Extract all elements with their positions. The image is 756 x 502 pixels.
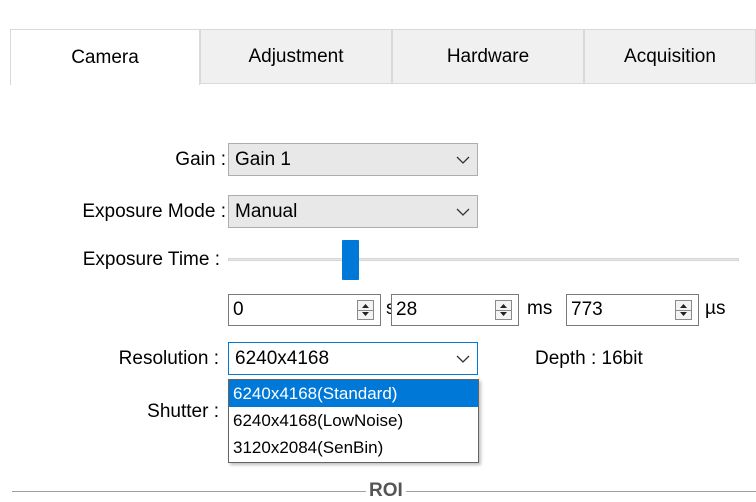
shutter-label: Shutter : [147, 401, 219, 422]
roi-group-title: ROI [369, 480, 403, 501]
spin-updown-icon[interactable] [675, 300, 692, 320]
roi-divider-right [406, 491, 756, 492]
microseconds-unit: µs [705, 298, 726, 319]
tab-adjustment-label: Adjustment [248, 45, 344, 67]
exposure-mode-value: Manual [235, 200, 298, 222]
seconds-spinner[interactable]: 0 [228, 294, 381, 326]
milliseconds-unit: ms [527, 298, 553, 319]
resolution-option[interactable]: 6240x4168(LowNoise) [229, 407, 478, 434]
gain-label: Gain : [175, 149, 226, 170]
spin-updown-icon[interactable] [357, 300, 374, 320]
spin-updown-icon[interactable] [495, 300, 512, 320]
resolution-value: 6240x4168 [235, 347, 330, 369]
seconds-value: 0 [233, 299, 244, 320]
resolution-option[interactable]: 3120x2084(SenBin) [229, 434, 478, 461]
depth-text: Depth : 16bit [535, 348, 643, 369]
tab-acquisition-label: Acquisition [624, 45, 716, 67]
gain-value: Gain 1 [235, 148, 291, 170]
resolution-options-list: 6240x4168(Standard) 6240x4168(LowNoise) … [228, 379, 479, 463]
microseconds-spinner[interactable]: 773 [566, 294, 699, 326]
chevron-down-icon [447, 343, 477, 374]
tab-camera[interactable]: Camera [10, 29, 200, 85]
exposure-mode-label: Exposure Mode : [82, 201, 226, 222]
chevron-down-icon [447, 196, 477, 227]
exposure-time-slider-thumb[interactable] [342, 240, 359, 280]
milliseconds-spinner[interactable]: 28 [391, 294, 519, 326]
tab-camera-label: Camera [71, 46, 139, 68]
resolution-label: Resolution : [118, 348, 219, 369]
tab-panel-border [200, 83, 756, 84]
tab-hardware[interactable]: Hardware [392, 29, 584, 84]
exposure-time-label: Exposure Time : [82, 249, 220, 270]
tab-hardware-label: Hardware [446, 45, 530, 67]
milliseconds-value: 28 [396, 299, 418, 320]
resolution-dropdown[interactable]: 6240x4168 [228, 342, 478, 375]
gain-dropdown[interactable]: Gain 1 [228, 143, 478, 176]
exposure-time-slider-track[interactable] [228, 258, 739, 261]
roi-divider-left [12, 491, 366, 492]
microseconds-value: 773 [571, 299, 603, 320]
tab-bar: Camera Adjustment Hardware Acquisition [10, 29, 756, 85]
tab-adjustment[interactable]: Adjustment [200, 29, 392, 84]
resolution-option[interactable]: 6240x4168(Standard) [229, 380, 478, 407]
tab-acquisition[interactable]: Acquisition [584, 29, 756, 84]
exposure-mode-dropdown[interactable]: Manual [228, 195, 478, 228]
chevron-down-icon [447, 144, 477, 175]
